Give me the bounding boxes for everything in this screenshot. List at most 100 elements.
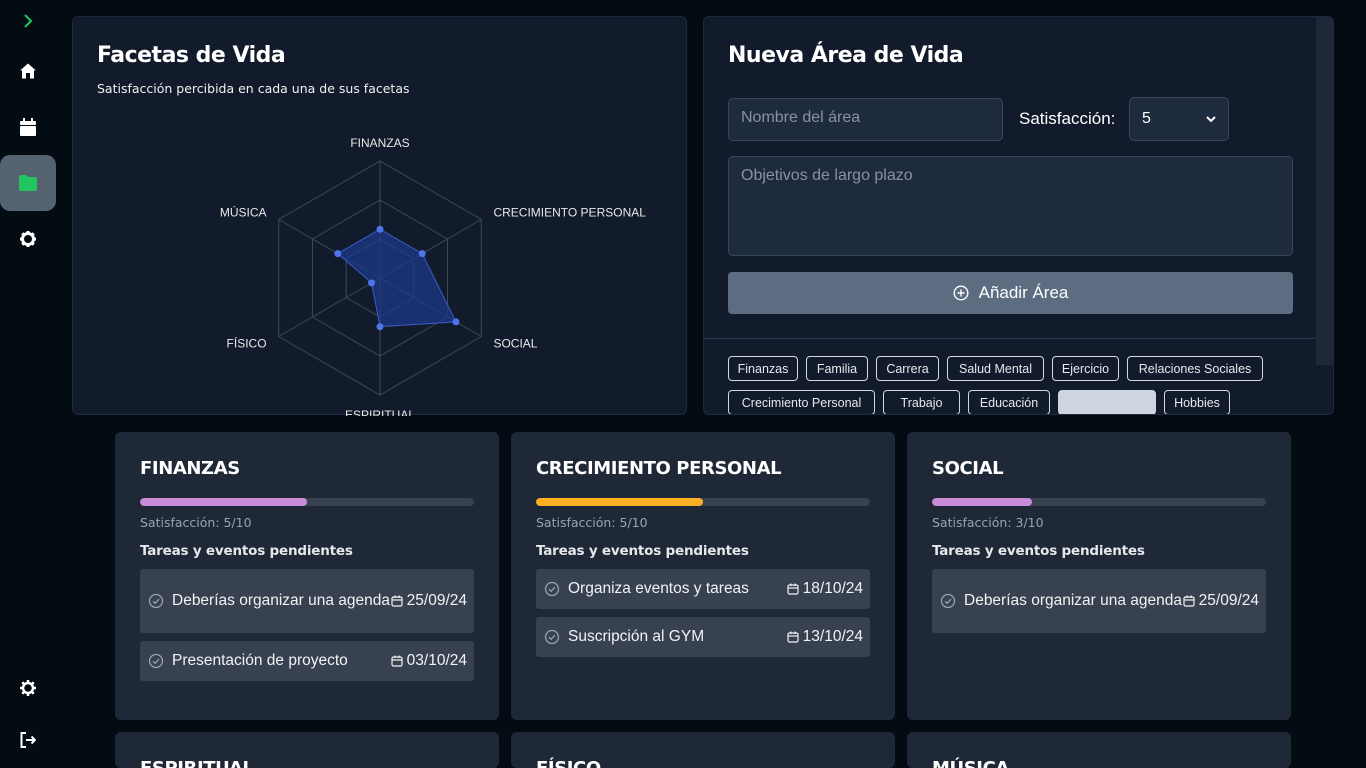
task-item[interactable]: Deberías organizar una agenda 25/09/24 (140, 569, 474, 633)
area-tag[interactable]: Educación (968, 390, 1050, 414)
calendar-icon (1183, 595, 1195, 607)
area-card[interactable]: CRECIMIENTO PERSONAL Satisfacción: 5/10 Ta… (511, 432, 895, 720)
task-text: Presentación de proyecto (172, 652, 348, 669)
gear-icon (20, 231, 36, 247)
radar-grid-spoke (278, 277, 381, 337)
area-tag[interactable]: Finanzas (728, 356, 798, 381)
area-tag[interactable] (1058, 390, 1156, 414)
pending-label: Tareas y eventos pendientes (932, 543, 1145, 559)
nueva-area-title: Nueva Área de Vida (728, 43, 964, 68)
radar-chart: FINANZAS CRECIMIENTO PERSONAL SOCIAL ESPIRI… (220, 136, 646, 416)
area-tag[interactable]: Trabajo (883, 390, 960, 414)
logout-icon (20, 732, 36, 748)
objectives-textarea[interactable]: Objetivos de largo plazo (728, 156, 1293, 256)
task-date-text: 13/10/24 (802, 628, 863, 645)
panel-scrollbar[interactable] (1316, 17, 1333, 365)
radar-point-1 (376, 225, 384, 233)
area-card[interactable]: SOCIAL Satisfacción: 3/10 Tareas y eventos… (907, 432, 1291, 720)
calendar-icon (787, 631, 799, 643)
gear-icon (20, 680, 36, 696)
nav-home-button[interactable] (0, 49, 56, 93)
card-title: SOCIAL (932, 458, 1004, 479)
card-title: CRECIMIENTO PERSONAL (536, 458, 782, 479)
card-title: FÍSICO (536, 758, 601, 768)
satisfaction-bar (536, 498, 870, 506)
satisfaction-text: Satisfacción: 5/10 (536, 515, 648, 530)
radar-point-5 (368, 279, 376, 287)
task-item[interactable]: Suscripción al GYM 13/10/24 (536, 617, 870, 657)
area-tag[interactable]: Hobbies (1164, 390, 1230, 414)
settings-button[interactable] (0, 666, 56, 710)
radar-point-6 (334, 250, 342, 258)
calendar-icon (20, 118, 36, 136)
sidebar (0, 0, 56, 768)
task-date-text: 03/10/24 (406, 652, 467, 669)
satisfaction-text: Satisfacción: 3/10 (932, 515, 1044, 530)
satisfaction-label: Satisfacción: (1019, 109, 1116, 128)
nav-settings-button[interactable] (0, 217, 56, 261)
nav-areas-button[interactable] (0, 155, 56, 211)
pending-label: Tareas y eventos pendientes (536, 543, 749, 559)
nueva-area-panel: Nueva Área de Vida Nombre del área Satis… (703, 16, 1334, 415)
check-circle-icon (148, 593, 164, 609)
check-circle-icon (148, 653, 164, 669)
check-circle-icon (544, 581, 560, 597)
task-date: 03/10/24 (391, 652, 467, 670)
radar-point-4 (376, 323, 384, 331)
area-tag[interactable]: Familia (806, 356, 868, 381)
task-date-text: 18/10/24 (802, 580, 863, 597)
facetas-panel: Facetas de Vida Satisfacción percibida e… (72, 16, 687, 416)
calendar-icon (391, 595, 403, 607)
task-text: Organiza eventos y tareas (568, 580, 749, 597)
add-area-button[interactable]: Añadir Área (728, 272, 1293, 314)
pending-label: Tareas y eventos pendientes (140, 543, 353, 559)
radar-axis-label: CRECIMIENTO PERSONAL (493, 206, 646, 220)
task-date: 18/10/24 (787, 580, 863, 598)
satisfaction-text: Satisfacción: 5/10 (140, 515, 252, 530)
area-tag[interactable]: Carrera (876, 356, 939, 381)
check-circle-icon (544, 629, 560, 645)
logout-button[interactable] (0, 718, 56, 762)
task-text: Suscripción al GYM (568, 628, 705, 645)
satisfaction-select-value: 5 (1142, 110, 1151, 127)
radar-axis-label: ESPIRITUAL (345, 408, 415, 416)
task-item[interactable]: Deberías organizar una agenda 25/09/24 (932, 569, 1266, 633)
satisfaction-select[interactable]: 5 (1129, 97, 1229, 141)
add-area-label: Añadir Área (978, 283, 1069, 302)
calendar-icon (391, 655, 403, 667)
divider (704, 338, 1318, 339)
area-tag[interactable]: Ejercicio (1052, 356, 1119, 381)
card-title: ESPIRITUAL (140, 758, 254, 768)
chevron-right-icon (24, 14, 33, 28)
area-tag[interactable]: Crecimiento Personal (728, 390, 875, 414)
radar-axis-label: FÍSICO (227, 336, 267, 351)
area-name-input[interactable]: Nombre del área (728, 98, 1003, 141)
radar-axis-label: SOCIAL (493, 337, 537, 351)
radar-axis-label: FINANZAS (350, 136, 409, 150)
area-tag[interactable]: Relaciones Sociales (1127, 356, 1263, 381)
area-card[interactable]: FINANZAS Satisfacción: 5/10 Tareas y event… (115, 432, 499, 720)
satisfaction-bar-fill (140, 498, 307, 506)
task-date-text: 25/09/24 (406, 592, 467, 609)
satisfaction-bar (932, 498, 1266, 506)
home-icon (20, 63, 36, 79)
plus-circle-icon (953, 285, 969, 301)
satisfaction-bar (140, 498, 474, 506)
folder-icon (19, 175, 37, 191)
task-date: 25/09/24 (391, 592, 467, 610)
task-item[interactable]: Organiza eventos y tareas 18/10/24 (536, 569, 870, 609)
task-date-text: 25/09/24 (1198, 592, 1259, 609)
area-card[interactable]: ESPIRITUAL (115, 732, 499, 768)
area-tag[interactable]: Salud Mental (947, 356, 1044, 381)
area-card[interactable]: MÚSICA (907, 732, 1291, 768)
area-card[interactable]: FÍSICO (511, 732, 895, 768)
card-title: MÚSICA (932, 758, 1009, 768)
satisfaction-bar-fill (932, 498, 1033, 506)
check-circle-icon (940, 593, 956, 609)
task-date: 13/10/24 (787, 628, 863, 646)
card-title: FINANZAS (140, 458, 240, 479)
task-item[interactable]: Presentación de proyecto 03/10/24 (140, 641, 474, 681)
calendar-icon (787, 583, 799, 595)
expand-sidebar-button[interactable] (0, 0, 56, 42)
nav-calendar-button[interactable] (0, 105, 56, 149)
